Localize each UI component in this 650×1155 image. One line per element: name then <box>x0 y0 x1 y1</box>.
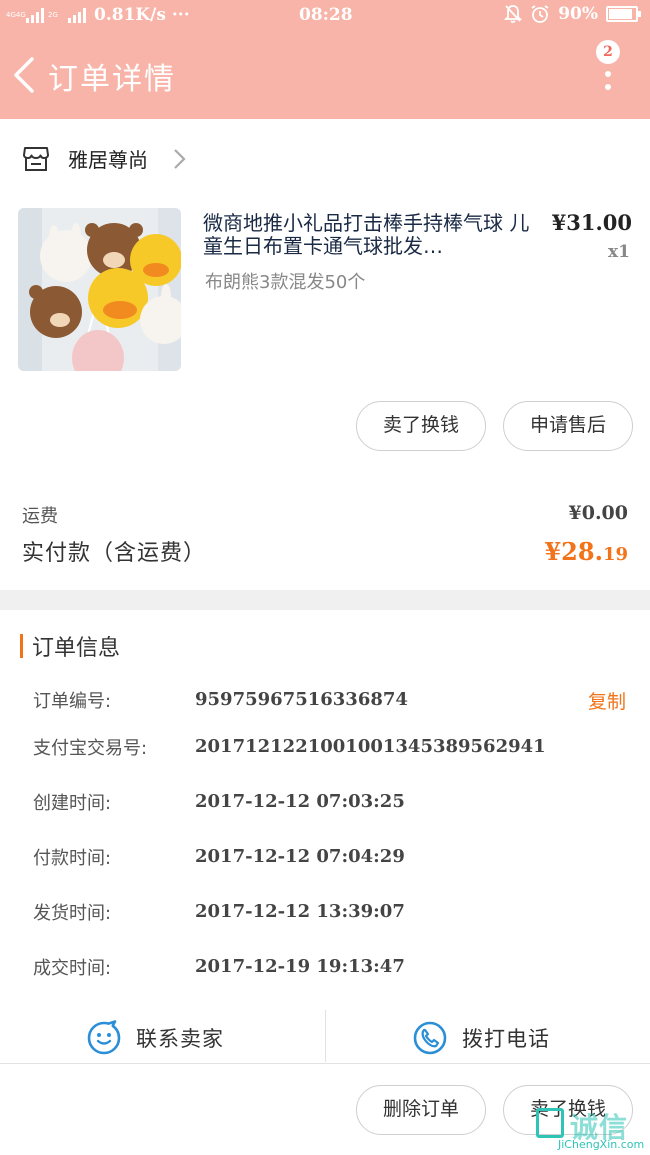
network-speed: 0.81K/s ··· <box>94 5 190 25</box>
order-info-value: 2017-12-12 07:04:29 <box>195 846 405 867</box>
signal-icon-2 <box>68 7 86 23</box>
chevron-right-icon <box>174 149 186 169</box>
status-bar: 4G4G 2G 0.81K/s ··· 08:28 90% <box>0 0 650 32</box>
back-arrow-icon[interactable] <box>10 55 40 95</box>
order-info-value: 2017121221001001345389562941 <box>195 736 546 757</box>
clock: 08:28 <box>299 5 353 25</box>
paid-amount-label: 实付款（含运费） <box>22 541 207 566</box>
call-phone-label: 拨打电话 <box>462 1027 550 1051</box>
chat-smile-icon <box>87 1020 121 1055</box>
contact-bar: 联系卖家 拨打电话 <box>0 1010 650 1064</box>
sell-for-cash-button[interactable]: 卖了换钱 <box>356 401 486 451</box>
alarm-icon <box>531 5 549 23</box>
order-info-label: 订单编号: <box>33 691 112 712</box>
section-divider <box>0 590 650 610</box>
bell-muted-icon <box>504 5 523 23</box>
product-image[interactable] <box>18 208 181 371</box>
order-info-value: 95975967516336874 <box>195 689 408 710</box>
paid-amount-main: ¥28. <box>544 537 603 566</box>
copy-order-number-link[interactable]: 复制 <box>588 687 626 714</box>
order-info-label: 发货时间: <box>33 903 112 924</box>
shop-name: 雅居尊尚 <box>68 148 148 172</box>
order-info-label: 成交时间: <box>33 958 112 979</box>
product-spec: 布朗熊3款混发50个 <box>205 272 366 293</box>
more-dot <box>605 71 611 77</box>
product-photo <box>18 208 181 371</box>
more-menu-button[interactable]: 2 <box>596 40 620 94</box>
more-dot <box>605 84 611 90</box>
battery-percent: 90% <box>558 4 598 24</box>
order-info-row: 付款时间: 2017-12-12 07:04:29 <box>0 844 650 874</box>
contact-seller-button[interactable]: 联系卖家 <box>86 1018 224 1058</box>
order-info-row: 订单编号: 95975967516336874 复制 <box>0 687 650 717</box>
order-info-value: 2017-12-12 07:03:25 <box>195 791 405 812</box>
order-info-label: 创建时间: <box>33 793 112 814</box>
order-info-label: 支付宝交易号: <box>33 738 148 759</box>
order-info-row: 发货时间: 2017-12-12 13:39:07 <box>0 899 650 929</box>
watermark-logo: 诚信 JiChengXin.com <box>530 1104 648 1152</box>
shipping-value: ¥0.00 <box>568 502 629 524</box>
order-info-row: 成交时间: 2017-12-19 19:13:47 <box>0 954 650 984</box>
order-info-label: 付款时间: <box>33 848 112 869</box>
status-right: 90% <box>504 4 641 24</box>
paid-amount-cents: 19 <box>602 544 628 565</box>
call-phone-button[interactable]: 拨打电话 <box>412 1018 550 1058</box>
paid-amount-value: ¥28.19 <box>544 537 628 566</box>
page-title: 订单详情 <box>48 62 176 97</box>
status-left: 4G4G 2G 0.81K/s ··· <box>6 5 190 25</box>
order-info-row: 支付宝交易号: 2017121221001001345389562941 <box>0 734 650 764</box>
battery-icon <box>606 6 641 22</box>
shipping-label: 运费 <box>22 506 58 527</box>
order-info-row: 创建时间: 2017-12-12 07:03:25 <box>0 789 650 819</box>
watermark-url: JiChengXin.com <box>558 1138 645 1151</box>
delete-order-button[interactable]: 删除订单 <box>356 1085 486 1135</box>
watermark-box-icon <box>536 1108 564 1138</box>
order-info-value: 2017-12-12 13:39:07 <box>195 901 405 922</box>
section-accent-bar <box>20 634 23 658</box>
contact-divider <box>325 1010 326 1062</box>
shop-row[interactable]: 雅居尊尚 <box>0 138 650 180</box>
network-type-1: 4G4G <box>6 10 26 19</box>
top-bar: 4G4G 2G 0.81K/s ··· 08:28 90% 订单详情 2 <box>0 0 650 119</box>
store-icon <box>23 147 49 171</box>
network-type-2: 2G <box>48 10 58 19</box>
order-info-title: 订单信息 <box>32 636 121 661</box>
notification-badge: 2 <box>596 40 620 64</box>
phone-icon <box>413 1021 447 1055</box>
signal-icon <box>26 7 44 23</box>
product-title[interactable]: 微商地推小礼品打击棒手持棒气球 儿童生日布置卡通气球批发… <box>203 212 543 258</box>
contact-seller-label: 联系卖家 <box>136 1027 224 1051</box>
product-quantity: x1 <box>608 242 630 262</box>
product-price: ¥31.00 <box>551 210 632 235</box>
apply-after-sale-button[interactable]: 申请售后 <box>503 401 633 451</box>
order-info-value: 2017-12-19 19:13:47 <box>195 956 405 977</box>
battery-fill <box>609 9 633 19</box>
